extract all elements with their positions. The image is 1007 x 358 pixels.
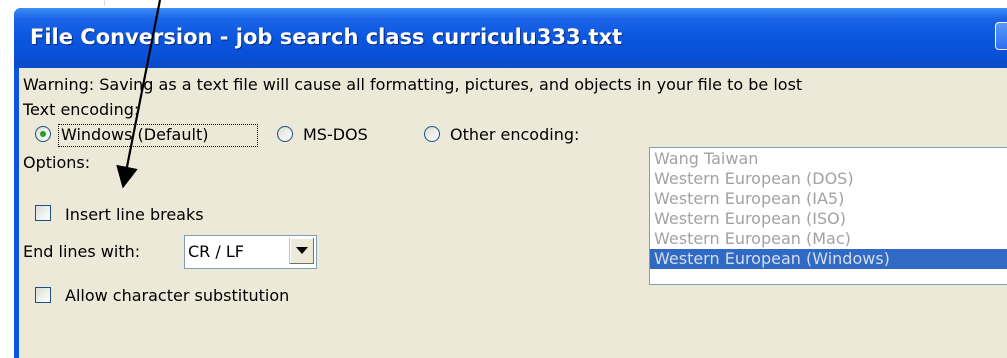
allow-substitution-label[interactable]: Allow character substitution — [65, 286, 289, 306]
warning-text: Warning: Saving as a text file will caus… — [23, 75, 803, 94]
radio-windows-default-label[interactable]: Windows (Default) — [61, 125, 208, 145]
dialog-body: Warning: Saving as a text file will caus… — [19, 68, 1007, 358]
end-lines-value: CR / LF — [188, 242, 244, 261]
window-title: File Conversion - job search class curri… — [30, 25, 623, 49]
list-item[interactable]: Wang Taiwan — [650, 149, 1007, 169]
options-label: Options: — [23, 153, 91, 172]
list-item[interactable]: Western European (IA5) — [650, 189, 1007, 209]
allow-substitution-checkbox[interactable] — [35, 287, 51, 303]
end-lines-combobox[interactable]: CR / LF — [184, 235, 317, 269]
end-lines-label: End lines with: — [23, 242, 141, 261]
chevron-down-icon — [296, 247, 308, 254]
radio-other-encoding[interactable] — [424, 126, 440, 142]
radio-ms-dos[interactable] — [277, 126, 293, 142]
radio-other-encoding-label[interactable]: Other encoding: — [450, 125, 579, 145]
radio-ms-dos-label[interactable]: MS-DOS — [303, 125, 368, 145]
encoding-listbox[interactable]: Wang Taiwan Western European (DOS) Weste… — [649, 147, 1007, 285]
title-bar-button[interactable] — [995, 22, 1007, 50]
list-item-selected[interactable]: Western European (Windows) — [650, 249, 1007, 269]
dropdown-button[interactable] — [289, 238, 314, 264]
background-sliver — [104, 0, 105, 6]
radio-windows-default[interactable] — [35, 126, 51, 142]
text-encoding-label: Text encoding: — [23, 100, 140, 119]
file-conversion-dialog: File Conversion - job search class curri… — [14, 8, 1007, 358]
list-item[interactable]: Western European (DOS) — [650, 169, 1007, 189]
insert-line-breaks-label[interactable]: Insert line breaks — [65, 205, 204, 225]
insert-line-breaks-checkbox[interactable] — [35, 205, 51, 221]
list-item[interactable]: Western European (ISO) — [650, 209, 1007, 229]
radio-selected-dot — [40, 131, 46, 137]
title-bar[interactable]: File Conversion - job search class curri… — [14, 8, 1007, 68]
list-item[interactable]: Western European (Mac) — [650, 229, 1007, 249]
